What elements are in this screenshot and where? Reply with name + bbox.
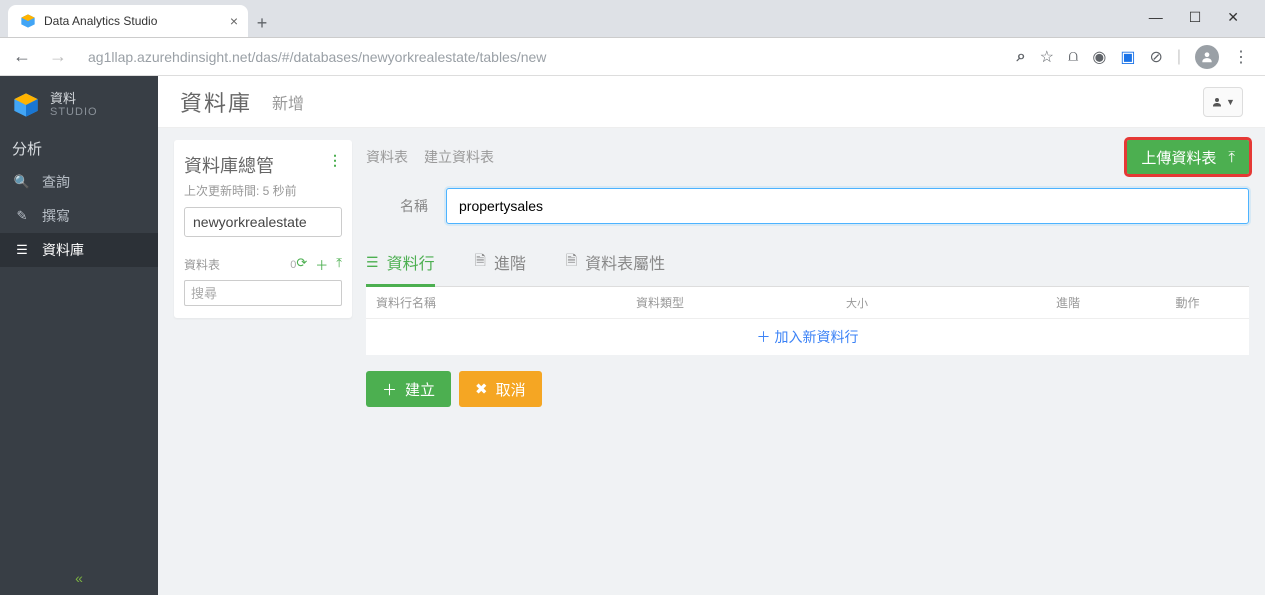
db-explorer-title: 資料庫總管 bbox=[184, 152, 274, 178]
brand-text: 資料 STUDIO bbox=[50, 92, 98, 118]
doc-icon: 🗎 bbox=[475, 250, 486, 274]
block-icon[interactable]: ⊘ bbox=[1149, 47, 1162, 67]
camera-icon[interactable]: ◉ bbox=[1092, 47, 1106, 67]
profile-avatar[interactable] bbox=[1195, 45, 1219, 69]
upload-table-button[interactable]: 上傳資料表 ⤒ bbox=[1127, 140, 1249, 174]
sidebar-item-database[interactable]: ☰ 資料庫 bbox=[0, 233, 158, 267]
browser-tab-title: Data Analytics Studio bbox=[44, 14, 222, 28]
sidebar: 資料 STUDIO 分析 🔍 查詢 ✎ 撰寫 ☰ 資料庫 « bbox=[0, 76, 158, 595]
browser-tab-bar: Data Analytics Studio × + bbox=[0, 0, 1265, 38]
db-explorer-menu-icon[interactable]: ⋮ bbox=[328, 152, 342, 169]
db-updated-text: 上次更新時間: 5 秒前 bbox=[184, 182, 342, 199]
address-bar: ← → ag1llap.azurehdinsight.net/das/#/dat… bbox=[0, 38, 1265, 76]
sidebar-item-label: 撰寫 bbox=[42, 206, 70, 226]
star-icon[interactable]: ☆ bbox=[1040, 47, 1054, 67]
name-label: 名稱 bbox=[366, 196, 446, 216]
caret-down-icon: ▼ bbox=[1226, 97, 1235, 107]
url-display[interactable]: ag1llap.azurehdinsight.net/das/#/databas… bbox=[80, 49, 1009, 65]
list-icon: ☰ bbox=[366, 254, 379, 271]
close-tab-icon[interactable]: × bbox=[230, 13, 238, 29]
tab-label: 資料表屬性 bbox=[585, 250, 665, 274]
tab-advanced[interactable]: 🗎 進階 bbox=[475, 240, 526, 287]
doc-icon: 🗎 bbox=[566, 250, 577, 274]
sidebar-section-header: 分析 bbox=[0, 134, 158, 165]
favicon-icon bbox=[20, 13, 36, 29]
tables-label: 資料表 bbox=[184, 256, 286, 273]
maximize-icon[interactable]: ☐ bbox=[1189, 9, 1202, 26]
table-name-input[interactable] bbox=[446, 188, 1249, 224]
refresh-icon[interactable]: ⟳ bbox=[296, 255, 307, 274]
main: 資料庫 新增 ▼ 資料庫總管 ⋮ 上次更新時間: 5 秒前 資料表 0 bbox=[158, 76, 1265, 595]
form-area: 資料表 建立資料表 上傳資料表 ⤒ 名稱 ☰ 資料行 bbox=[366, 140, 1249, 583]
col-header-type: 資料類型 bbox=[626, 294, 836, 311]
col-header-name: 資料行名稱 bbox=[366, 294, 626, 311]
upload-icon: ⤒ bbox=[1228, 149, 1235, 166]
col-header-advanced: 進階 bbox=[1046, 294, 1126, 311]
plus-icon: ＋ bbox=[382, 379, 397, 400]
search-icon: 🔍 bbox=[14, 174, 30, 190]
add-column-row[interactable]: ＋ 加入新資料行 bbox=[366, 319, 1249, 355]
user-icon bbox=[1211, 96, 1223, 108]
app-root: 資料 STUDIO 分析 🔍 查詢 ✎ 撰寫 ☰ 資料庫 « 資料庫 新增 ▼ bbox=[0, 76, 1265, 595]
sidebar-item-label: 資料庫 bbox=[42, 240, 84, 260]
sidebar-item-query[interactable]: 🔍 查詢 bbox=[0, 165, 158, 199]
page-title: 資料庫 bbox=[180, 86, 252, 118]
cast-icon[interactable]: ⩍ bbox=[1068, 48, 1078, 66]
columns-grid-header: 資料行名稱 資料類型 大小 進階 動作 bbox=[366, 287, 1249, 319]
database-icon: ☰ bbox=[14, 242, 30, 258]
brand-line2: STUDIO bbox=[50, 106, 98, 118]
titlebar: 資料庫 新增 ▼ bbox=[158, 76, 1265, 128]
menu-icon[interactable]: ⋮ bbox=[1233, 47, 1249, 67]
col-header-size: 大小 bbox=[836, 295, 1046, 311]
db-explorer-panel: 資料庫總管 ⋮ 上次更新時間: 5 秒前 資料表 0 ⟳ ＋ ⤒ bbox=[174, 140, 352, 318]
tab-properties[interactable]: 🗎 資料表屬性 bbox=[566, 240, 665, 287]
upload-button-label: 上傳資料表 bbox=[1141, 147, 1216, 168]
col-header-action: 動作 bbox=[1126, 294, 1249, 311]
database-select[interactable] bbox=[184, 207, 342, 237]
plus-icon: ＋ bbox=[757, 327, 771, 347]
close-icon: ✖ bbox=[475, 380, 488, 398]
brand-logo-icon bbox=[12, 91, 40, 119]
tab-label: 進階 bbox=[494, 250, 526, 274]
window-controls: — ☐ ✕ bbox=[1149, 0, 1265, 34]
sidebar-item-label: 查詢 bbox=[42, 172, 70, 192]
close-window-icon[interactable]: ✕ bbox=[1227, 9, 1239, 26]
browser-toolbar-icons: ⌕ ☆ ⩍ ◉ ▣ ⊘ | ⋮ bbox=[1017, 45, 1257, 69]
minimize-icon[interactable]: — bbox=[1149, 9, 1163, 25]
form-tabs: ☰ 資料行 🗎 進階 🗎 資料表屬性 bbox=[366, 240, 1249, 287]
create-button[interactable]: ＋ 建立 bbox=[366, 371, 451, 407]
forward-button[interactable]: → bbox=[44, 43, 72, 71]
divider: | bbox=[1177, 48, 1181, 66]
breadcrumb-create-table: 建立資料表 bbox=[424, 147, 494, 167]
browser-tab[interactable]: Data Analytics Studio × bbox=[8, 5, 248, 37]
upload-icon[interactable]: ⤒ bbox=[336, 255, 342, 274]
brand-line1: 資料 bbox=[50, 92, 98, 106]
new-tab-button[interactable]: + bbox=[248, 9, 276, 37]
cancel-button-label: 取消 bbox=[496, 379, 526, 400]
create-button-label: 建立 bbox=[405, 379, 435, 400]
chevron-double-left-icon: « bbox=[75, 570, 83, 586]
record-icon[interactable]: ▣ bbox=[1120, 47, 1135, 67]
brand: 資料 STUDIO bbox=[0, 76, 158, 134]
user-menu-button[interactable]: ▼ bbox=[1203, 87, 1243, 117]
content: 資料庫總管 ⋮ 上次更新時間: 5 秒前 資料表 0 ⟳ ＋ ⤒ bbox=[158, 128, 1265, 595]
sidebar-item-compose[interactable]: ✎ 撰寫 bbox=[0, 199, 158, 233]
edit-icon: ✎ bbox=[14, 208, 30, 224]
collapse-sidebar-button[interactable]: « bbox=[0, 561, 158, 595]
tab-columns[interactable]: ☰ 資料行 bbox=[366, 240, 435, 287]
add-table-icon[interactable]: ＋ bbox=[315, 255, 328, 274]
add-column-label: 加入新資料行 bbox=[775, 327, 859, 347]
breadcrumb-tables[interactable]: 資料表 bbox=[366, 147, 408, 167]
back-button[interactable]: ← bbox=[8, 43, 36, 71]
key-icon[interactable]: ⌕ bbox=[1017, 48, 1026, 66]
tab-label: 資料行 bbox=[387, 250, 435, 274]
page-subtitle: 新增 bbox=[272, 90, 304, 114]
tables-search-input[interactable] bbox=[184, 280, 342, 306]
cancel-button[interactable]: ✖ 取消 bbox=[459, 371, 542, 407]
